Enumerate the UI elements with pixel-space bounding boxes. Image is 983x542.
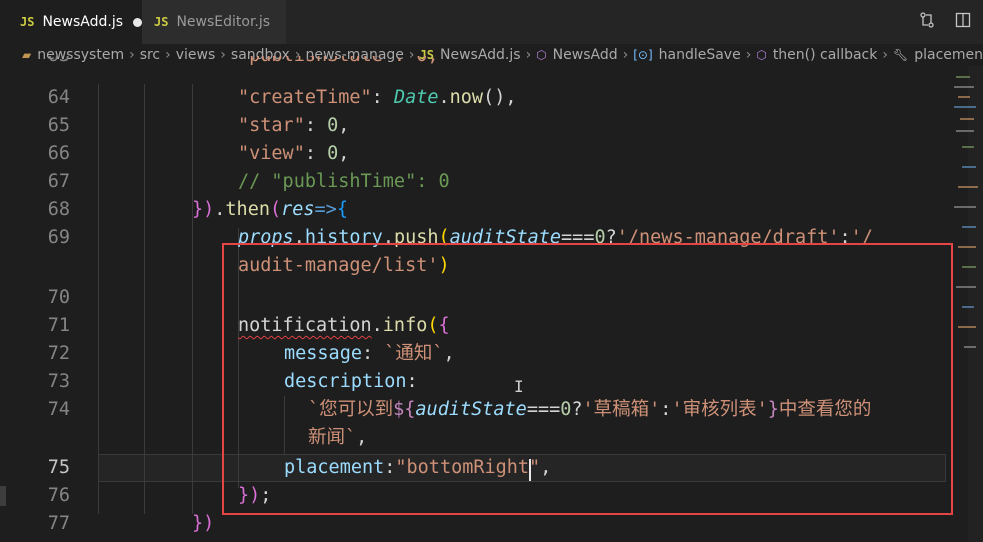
code-token: ( — [269, 199, 282, 220]
vertical-scrollbar[interactable] — [968, 66, 983, 542]
code-line[interactable]: 68 }).then(res=>{ — [0, 196, 983, 224]
annotation-highlight-box — [222, 243, 953, 515]
code-token: 0 — [327, 115, 339, 136]
split-editor-icon[interactable] — [955, 12, 971, 28]
code-token: now — [449, 87, 484, 108]
line-number: 76 — [47, 485, 70, 506]
code-token: "publishState": 0, — [238, 56, 438, 66]
line-number: 75 — [47, 457, 70, 478]
line-number: 77 — [47, 513, 70, 534]
line-number: 66 — [47, 143, 70, 164]
open-changes-icon[interactable] — [919, 12, 935, 28]
code-token: "createTime" — [238, 87, 372, 108]
javascript-file-icon: JS — [154, 15, 169, 29]
line-number: 70 — [47, 287, 70, 308]
code-token: "star" — [238, 115, 305, 136]
javascript-file-icon: JS — [20, 15, 35, 29]
code-token: "view" — [238, 143, 305, 164]
line-number: 68 — [47, 199, 70, 220]
tab-newsadd[interactable]: JS NewsAdd.js — [0, 0, 142, 44]
code-token: : — [371, 87, 394, 108]
code-token: res — [281, 199, 315, 220]
line-number: 71 — [47, 315, 70, 336]
code-token: 0 — [327, 143, 339, 164]
code-token: => — [314, 199, 337, 220]
code-token: }) — [192, 199, 215, 220]
code-token: { — [336, 199, 348, 220]
code-token: , — [338, 143, 350, 164]
unsaved-dot-icon[interactable] — [133, 17, 142, 27]
line-number: 74 — [47, 399, 70, 420]
gutter-marker — [0, 486, 6, 506]
line-number: 73 — [47, 371, 70, 392]
code-token: . — [214, 199, 226, 220]
line-number: 72 — [47, 343, 70, 364]
code-token: : — [304, 115, 328, 136]
editor-tab-bar: JS NewsAdd.js JS NewsEditor.js — [0, 0, 983, 44]
tab-newseditor[interactable]: JS NewsEditor.js — [142, 0, 286, 44]
code-line[interactable]: 63 "publishState": 0, — [0, 56, 983, 84]
code-comment: // "publishTime": 0 — [238, 171, 450, 192]
code-token: Date — [393, 87, 439, 108]
code-token: then — [225, 199, 270, 220]
code-line[interactable]: 66 "view": 0, — [0, 140, 983, 168]
code-token: (), — [483, 87, 517, 108]
line-number: 64 — [47, 87, 70, 108]
code-line[interactable]: 64 "createTime": Date.now(), — [0, 84, 983, 112]
line-number: 65 — [47, 115, 70, 136]
line-number: 69 — [47, 227, 70, 248]
line-number: 67 — [47, 171, 70, 192]
code-token: . — [438, 87, 450, 108]
code-token: }) — [192, 513, 215, 534]
code-line[interactable]: 65 "star": 0, — [0, 112, 983, 140]
tab-label: NewsEditor.js — [176, 14, 271, 30]
tab-label: NewsAdd.js — [42, 14, 124, 30]
code-line[interactable]: 67 // "publishTime": 0 — [0, 168, 983, 196]
code-token: , — [338, 115, 350, 136]
code-token: : — [304, 143, 328, 164]
line-number: 63 — [0, 56, 70, 70]
